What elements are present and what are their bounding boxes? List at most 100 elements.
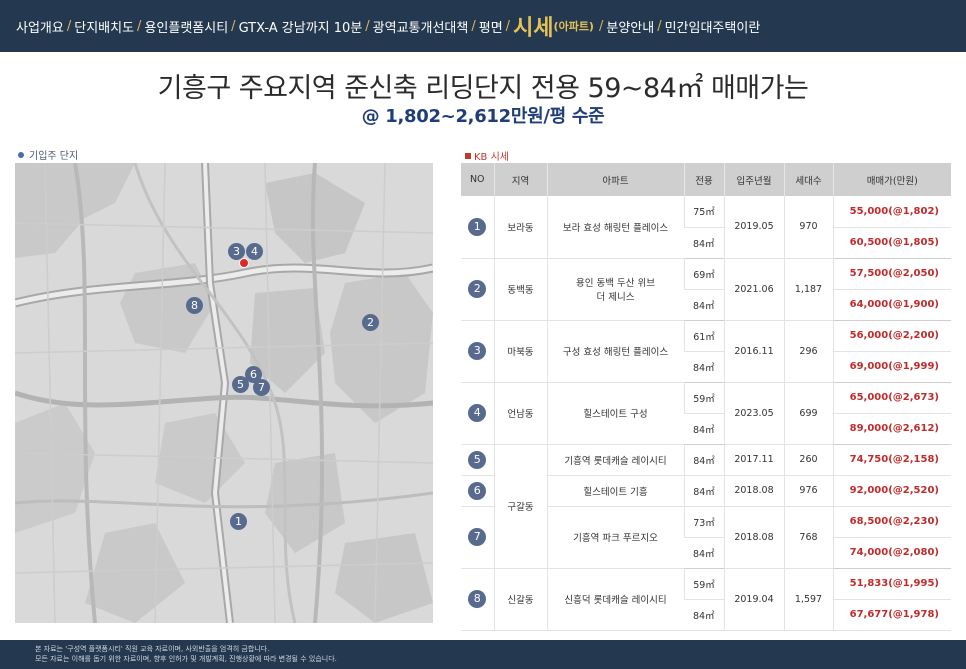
row-move-in: 2016.11 xyxy=(723,320,784,383)
header-households: 세대수 xyxy=(783,163,833,196)
row-households: 976 xyxy=(783,475,833,507)
row-area: 84㎡ xyxy=(683,444,724,476)
row-households: 1,597 xyxy=(783,568,833,631)
row-number-badge: 2 xyxy=(468,280,487,298)
row-apartment: 힐스테이트 구성 xyxy=(546,382,684,445)
row-apartment: 힐스테이트 기흥 xyxy=(546,475,684,507)
row-number-badge: 6 xyxy=(468,481,487,500)
square-bullet-icon xyxy=(465,152,471,159)
row-number: 4 xyxy=(461,382,494,445)
nav-separator: / xyxy=(365,18,370,34)
row-move-in: 2023.05 xyxy=(723,382,784,445)
row-apartment: 용인 동백 두산 위브 더 제니스 xyxy=(546,258,684,321)
row-number: 1 xyxy=(461,196,494,259)
row-number: 3 xyxy=(461,320,494,383)
row-area: 84㎡ xyxy=(684,351,724,383)
table-row: 3 마북동 구성 효성 해링턴 플레이스 61㎡ 2016.11 296 56,… xyxy=(461,320,951,383)
location-map[interactable]: 3 4 8 2 6 5 7 1 xyxy=(15,163,433,623)
row-region: 보라동 xyxy=(493,196,547,259)
row-households: 699 xyxy=(783,382,833,445)
row-area: 61㎡ xyxy=(683,320,724,352)
row-apartment: 보라 효성 해링턴 플레이스 xyxy=(546,196,684,259)
nav-item-price-sub: (아파트) xyxy=(553,20,594,33)
nav-separator: / xyxy=(471,18,476,34)
map-legend-label: 기입주 단지 xyxy=(29,151,79,162)
row-apartment: 구성 효성 해링턴 플레이스 xyxy=(546,320,684,383)
row-area: 84㎡ xyxy=(683,475,724,507)
row-area: 59㎡ xyxy=(683,382,724,414)
row-price: 74,750(@2,158) xyxy=(832,444,951,476)
row-apartment: 기흥역 파크 푸르지오 xyxy=(546,506,684,569)
row-price: 89,000(@2,612) xyxy=(832,413,951,445)
footer-line-2: 모든 자료는 이해를 돕기 위한 자료이며, 향후 인허가 및 개발계획, 진행… xyxy=(35,655,337,663)
row-region: 언남동 xyxy=(493,382,547,445)
page-title: 기흥구 주요지역 준신축 리딩단지 전용 59~84㎡ 매매가는 xyxy=(157,73,809,104)
row-price: 57,500(@2,050) xyxy=(832,258,951,290)
row-area: 73㎡ xyxy=(683,506,724,538)
table-row: 8 신갈동 신흥덕 롯데캐슬 레이시티 59㎡ 2019.04 1,597 51… xyxy=(461,568,951,631)
row-number-badge: 7 xyxy=(468,528,487,546)
nav-item-price-active[interactable]: 시세 xyxy=(513,10,553,42)
map-marker-4[interactable]: 4 xyxy=(246,243,263,260)
row-price: 65,000(@2,673) xyxy=(832,382,951,414)
row-price: 69,000(@1,999) xyxy=(832,351,951,383)
header-move-in: 입주년월 xyxy=(723,163,784,196)
table-row: 2 동백동 용인 동백 두산 위브 더 제니스 69㎡ 2021.06 1,18… xyxy=(461,258,951,321)
row-area: 84㎡ xyxy=(684,413,724,445)
map-marker-2[interactable]: 2 xyxy=(362,314,379,331)
row-households: 970 xyxy=(783,196,833,259)
map-background-icon xyxy=(15,163,433,623)
row-area: 84㎡ xyxy=(684,289,724,321)
page-subtitle: @ 1,802~2,612만원/평 수준 xyxy=(361,106,605,127)
header-no: NO xyxy=(461,163,494,196)
top-nav: 사업개요 / 단지배치도 / 용인플랫폼시티 / GTX-A 강남까지 10분 … xyxy=(0,0,966,52)
table-row: 1 보라동 보라 효성 해링턴 플레이스 75㎡ 2019.05 970 55,… xyxy=(461,196,951,259)
row-move-in: 2019.05 xyxy=(723,196,784,259)
row-region: 동백동 xyxy=(493,258,547,321)
row-move-in: 2017.11 xyxy=(723,444,784,476)
row-region: 마북동 xyxy=(493,320,547,383)
map-marker-5[interactable]: 5 xyxy=(232,376,249,393)
row-price: 55,000(@1,802) xyxy=(832,196,951,228)
nav-separator: / xyxy=(657,18,662,34)
row-number-badge: 8 xyxy=(468,590,487,608)
nav-item-floorplan[interactable]: 평면 xyxy=(479,17,503,36)
row-price: 60,500(@1,805) xyxy=(832,227,951,259)
price-table: NO 지역 아파트 전용 입주년월 세대수 매매가(만원) 1 보라동 보라 효… xyxy=(461,163,951,631)
row-number-badge: 1 xyxy=(468,217,487,236)
map-marker-7[interactable]: 7 xyxy=(253,379,270,396)
row-area: 84㎡ xyxy=(684,537,724,569)
table-header-row: NO 지역 아파트 전용 입주년월 세대수 매매가(만원) xyxy=(461,163,951,196)
nav-item-platform-city[interactable]: 용인플랫폼시티 xyxy=(144,17,228,36)
nav-item-overview[interactable]: 사업개요 xyxy=(16,17,64,36)
table-title-label: KB 시세 xyxy=(474,152,509,163)
header-region: 지역 xyxy=(493,163,547,196)
nav-item-gtx[interactable]: GTX-A 강남까지 10분 xyxy=(239,17,363,36)
map-marker-1[interactable]: 1 xyxy=(230,513,247,530)
row-households: 1,187 xyxy=(783,258,833,321)
nav-item-transport[interactable]: 광역교통개선대책 xyxy=(373,17,469,36)
table-row: 5 구갈동 기흥역 롯데캐슬 레이시티 84㎡ 2017.11 260 74,7… xyxy=(461,444,951,569)
nav-separator: / xyxy=(598,18,604,34)
nav-item-rental[interactable]: 민간임대주택이란 xyxy=(665,17,761,36)
row-price: 64,000(@1,900) xyxy=(832,289,951,321)
row-number: 5 xyxy=(461,444,494,476)
table-row: 4 언남동 힐스테이트 구성 59㎡ 2023.05 699 65,000(@2… xyxy=(461,382,951,445)
map-marker-8[interactable]: 8 xyxy=(186,297,203,314)
row-number: 2 xyxy=(461,258,494,321)
row-price: 67,677(@1,978) xyxy=(832,599,951,631)
row-number: 7 xyxy=(461,506,494,569)
row-number-badge: 4 xyxy=(468,404,487,422)
row-price: 92,000(@2,520) xyxy=(832,475,951,507)
nav-separator: / xyxy=(231,18,236,34)
project-site-marker[interactable] xyxy=(239,258,249,268)
footer-disclaimer: 본 자료는 '구성역 플랫폼시티' 직원 교육 자료이며, 사외반출을 엄격히 … xyxy=(0,640,966,669)
row-move-in: 2018.08 xyxy=(723,475,784,507)
nav-item-site-plan[interactable]: 단지배치도 xyxy=(74,17,134,36)
nav-separator: / xyxy=(66,18,72,34)
nav-separator: / xyxy=(137,18,142,34)
row-households: 768 xyxy=(783,506,833,569)
nav-item-sales[interactable]: 분양안내 xyxy=(606,17,654,36)
row-households: 296 xyxy=(783,320,833,383)
footer-line-1: 본 자료는 '구성역 플랫폼시티' 직원 교육 자료이며, 사외반출을 엄격히 … xyxy=(35,645,270,653)
